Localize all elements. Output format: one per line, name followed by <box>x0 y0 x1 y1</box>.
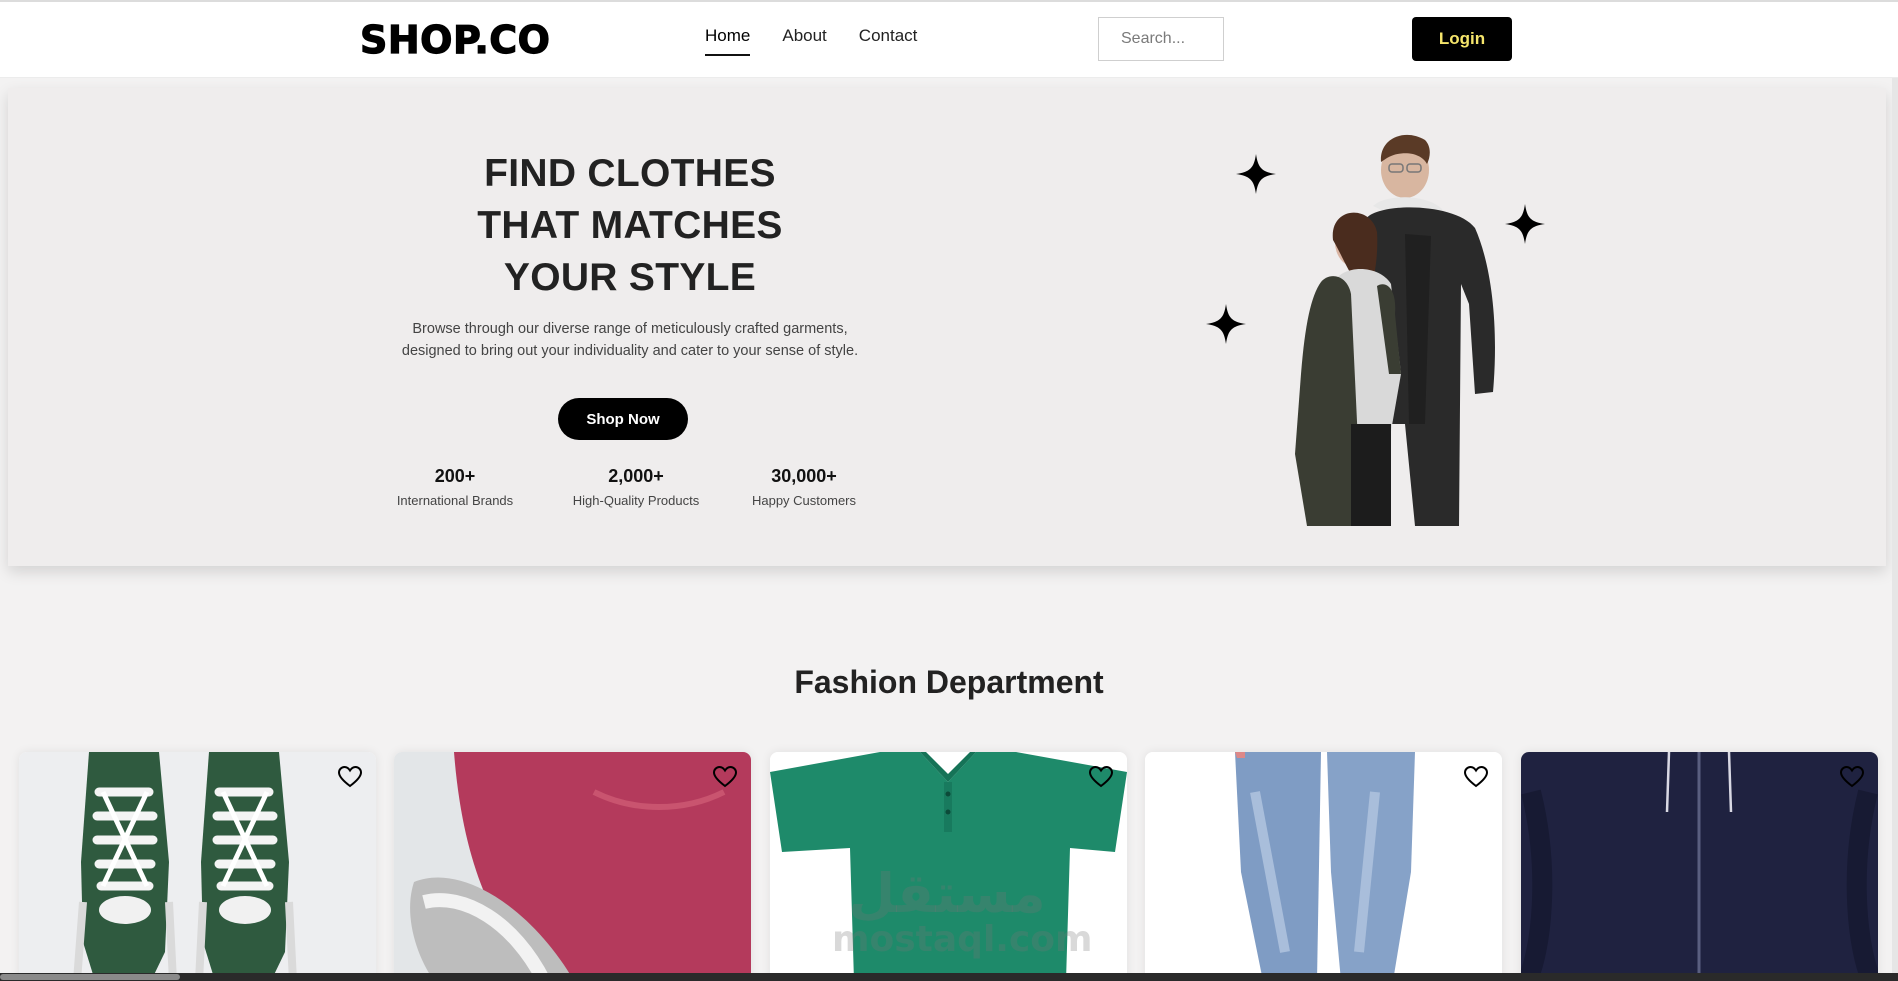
stat-label: International Brands <box>396 493 514 508</box>
hero-couple-image <box>1295 134 1495 526</box>
section-title: Fashion Department <box>794 664 1104 700</box>
hero-description: Browse through our diverse range of meti… <box>370 318 890 362</box>
nav-about[interactable]: About <box>782 26 826 56</box>
product-image-jeans <box>1145 752 1502 981</box>
main-nav: Home About Contact <box>705 26 917 56</box>
product-grid <box>19 752 1879 981</box>
sparkle-icon <box>1206 304 1246 344</box>
product-card[interactable] <box>1145 752 1502 981</box>
product-card[interactable] <box>19 752 376 981</box>
search-input[interactable] <box>1098 17 1224 61</box>
hero-title-line: THAT MATCHES <box>477 204 783 247</box>
stat-label: High-Quality Products <box>572 493 700 508</box>
product-card[interactable] <box>1521 752 1878 981</box>
shop-now-button[interactable]: Shop Now <box>558 398 688 440</box>
stat-products: 2,000+ High-Quality Products <box>546 466 726 508</box>
stat-value: 30,000+ <box>771 466 837 486</box>
hero-stats: 200+ International Brands 2,000+ High-Qu… <box>384 466 879 508</box>
stat-value: 2,000+ <box>608 466 664 486</box>
product-image-hoodie <box>1521 752 1878 981</box>
stat-label: Happy Customers <box>751 493 857 508</box>
product-image-polo <box>770 752 1127 981</box>
product-card[interactable] <box>770 752 1127 981</box>
heart-icon[interactable] <box>338 766 362 788</box>
product-image-pink-sneaker <box>394 752 751 981</box>
heart-icon[interactable] <box>1089 766 1113 788</box>
scrollbar-thumb[interactable] <box>0 974 180 980</box>
hero-banner: FIND CLOTHES THAT MATCHES YOUR STYLE Bro… <box>8 88 1886 566</box>
site-logo[interactable]: SHOP.CO <box>359 17 550 62</box>
site-header: SHOP.CO Home About Contact Login <box>0 2 1898 78</box>
nav-contact[interactable]: Contact <box>859 26 918 56</box>
heart-icon[interactable] <box>1464 766 1488 788</box>
hero-description-line: Browse through our diverse range of meti… <box>412 321 848 337</box>
heart-icon[interactable] <box>713 766 737 788</box>
hero-title-line: YOUR STYLE <box>503 256 757 299</box>
product-image-sneakers <box>19 752 376 981</box>
stat-brands: 200+ International Brands <box>384 466 526 508</box>
hero-title-line: FIND CLOTHES <box>484 152 776 195</box>
vertical-scrollbar[interactable] <box>1892 78 1898 973</box>
heart-icon[interactable] <box>1840 766 1864 788</box>
hero-title: FIND CLOTHES THAT MATCHES YOUR STYLE <box>410 148 850 304</box>
login-button[interactable]: Login <box>1412 17 1512 61</box>
nav-home[interactable]: Home <box>705 26 751 56</box>
product-card[interactable] <box>394 752 751 981</box>
horizontal-scrollbar[interactable] <box>0 973 1898 981</box>
stat-customers: 30,000+ Happy Customers <box>729 466 879 508</box>
stat-value: 200+ <box>434 466 476 486</box>
hero-description-line: designed to bring out your individuality… <box>401 343 859 359</box>
